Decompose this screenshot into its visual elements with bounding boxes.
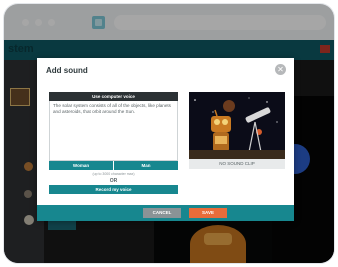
char-limit-hint: (up to 3000 character max) bbox=[92, 172, 135, 176]
no-sound-label: NO SOUND CLIP bbox=[189, 159, 285, 169]
record-voice-button[interactable]: Record my voice bbox=[49, 185, 178, 194]
dialog-title: Add sound bbox=[46, 66, 88, 75]
man-voice-button[interactable]: Man bbox=[114, 161, 178, 170]
woman-voice-button[interactable]: Woman bbox=[49, 161, 113, 170]
add-sound-dialog: Add sound ✕ Use computer voice The solar… bbox=[37, 58, 294, 221]
cancel-button[interactable]: CANCEL bbox=[143, 208, 181, 218]
close-button[interactable]: ✕ bbox=[275, 64, 286, 75]
voice-panel: Use computer voice The solar system cons… bbox=[49, 92, 178, 199]
voice-text-area[interactable]: The solar system consists of all of the … bbox=[49, 101, 178, 161]
close-icon: ✕ bbox=[277, 65, 284, 74]
save-button[interactable]: SAVE bbox=[189, 208, 227, 218]
voice-options: Woman Man bbox=[49, 161, 178, 170]
or-divider: OR bbox=[109, 178, 118, 184]
robot-telescope-illustration bbox=[189, 92, 285, 159]
browser-frame: stem Add sound ✕ Use computer voice The … bbox=[4, 4, 334, 263]
use-computer-voice-button[interactable]: Use computer voice bbox=[49, 92, 178, 101]
sound-preview-image bbox=[189, 92, 285, 159]
